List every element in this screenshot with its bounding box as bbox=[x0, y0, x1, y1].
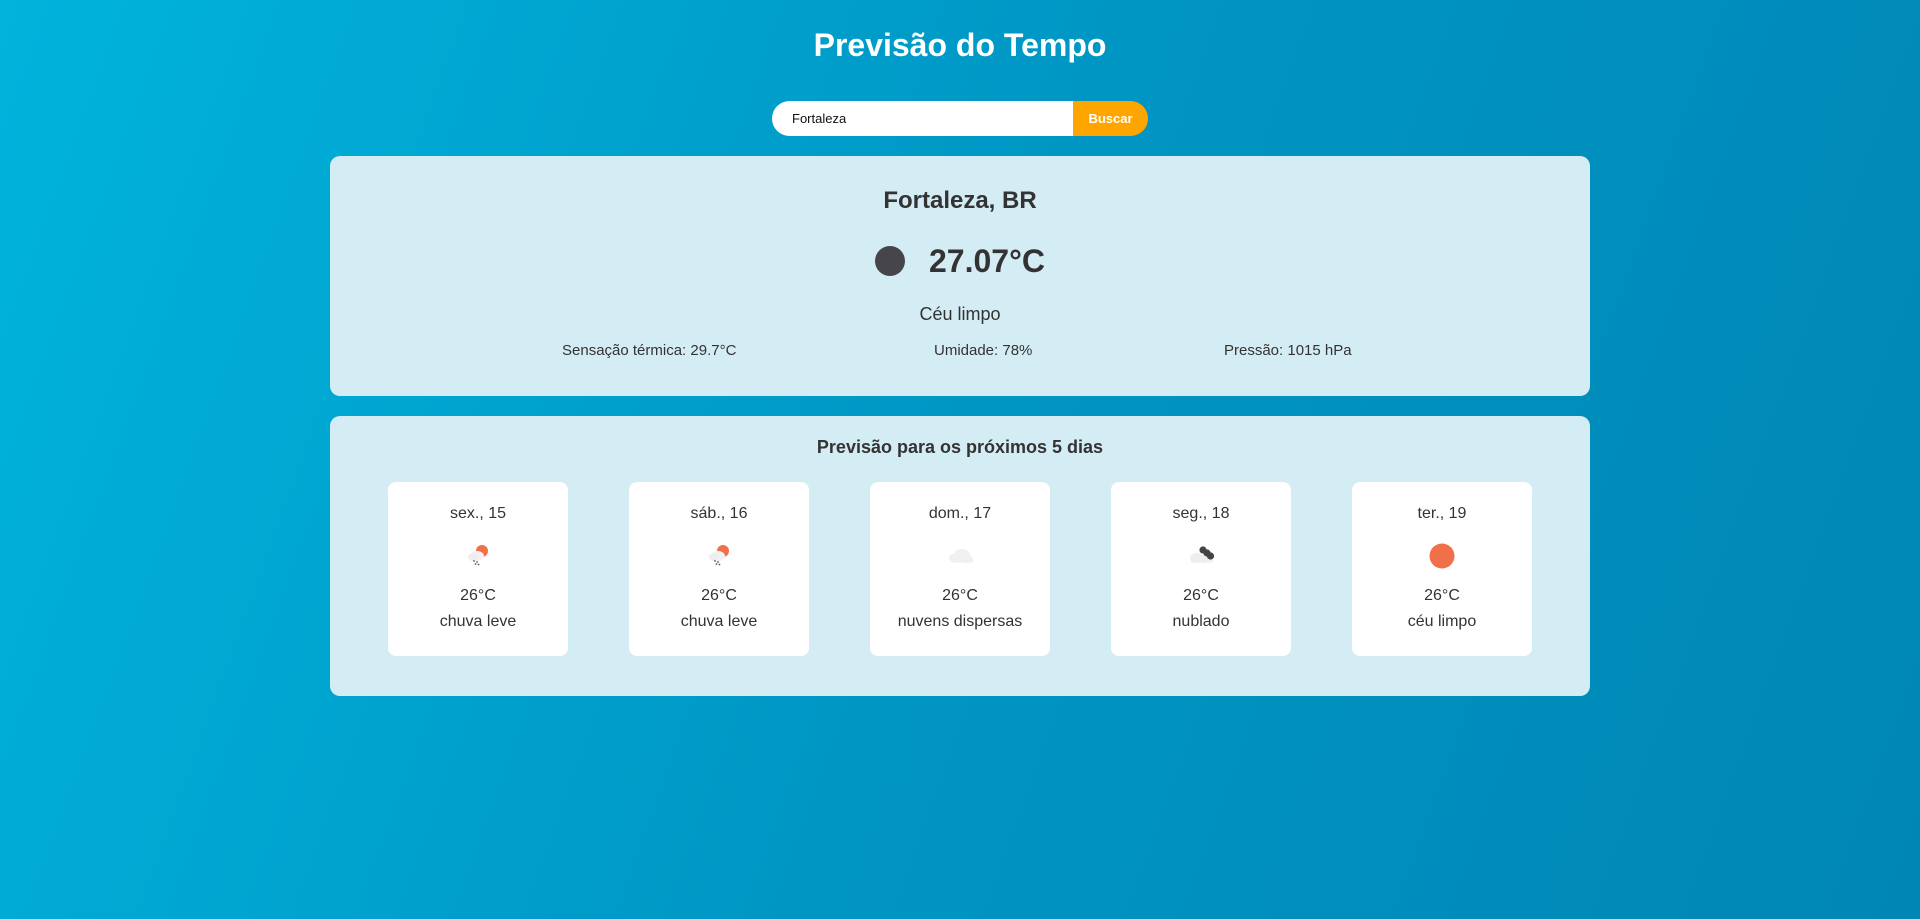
scattered-clouds-icon bbox=[949, 549, 973, 563]
light-rain-icon bbox=[709, 545, 729, 566]
forecast-day-temp: 26°C bbox=[701, 587, 737, 604]
forecast-day-desc: nuvens dispersas bbox=[897, 613, 1023, 630]
forecast-day-temp: 26°C bbox=[460, 587, 496, 604]
forecast-day-card: seg., 18 26°C nublado bbox=[1111, 482, 1291, 656]
forecast-day-card: ter., 19 26°C céu limpo bbox=[1352, 482, 1532, 656]
forecast-title: Previsão para os próximos 5 dias bbox=[816, 437, 1104, 457]
moon-icon bbox=[875, 246, 905, 276]
forecast-day-card: sex., 15 26°C chuva leve bbox=[388, 482, 568, 656]
search-button[interactable]: Buscar bbox=[1073, 101, 1148, 136]
forecast-day-card: sáb., 16 26°C chuva leve bbox=[629, 482, 809, 656]
current-weather-card: Fortaleza, BR 27.07°C Céu limpo Sensação… bbox=[330, 156, 1590, 396]
forecast-day-desc: céu limpo bbox=[1407, 613, 1477, 630]
city-name: Fortaleza, BR bbox=[883, 187, 1037, 214]
forecast-day-desc: nublado bbox=[1172, 613, 1230, 630]
forecast-card: Previsão para os próximos 5 dias sex., 1… bbox=[330, 416, 1590, 696]
forecast-day-temp: 26°C bbox=[1424, 587, 1460, 604]
page-title: Previsão do Tempo bbox=[813, 27, 1107, 63]
forecast-day-desc: chuva leve bbox=[680, 613, 758, 630]
current-temperature: 27.07°C bbox=[929, 243, 1045, 279]
forecast-day-temp: 26°C bbox=[1183, 587, 1219, 604]
current-temperature-row: 27.07°C bbox=[330, 238, 1590, 284]
broken-clouds-icon bbox=[1190, 546, 1215, 563]
forecast-day-label: ter., 19 bbox=[1417, 505, 1467, 522]
pressure: Pressão: 1015 hPa bbox=[1224, 342, 1352, 359]
forecast-day-temp: 26°C bbox=[942, 587, 978, 604]
forecast-day-label: dom., 17 bbox=[928, 505, 992, 522]
forecast-day-label: sáb., 16 bbox=[690, 505, 748, 522]
light-rain-icon bbox=[468, 545, 488, 566]
sun-icon bbox=[1429, 543, 1455, 569]
forecast-day-card: dom., 17 26°C nuvens dispersas bbox=[870, 482, 1050, 656]
weather-description: Céu limpo bbox=[919, 304, 1001, 324]
forecast-day-desc: chuva leve bbox=[439, 613, 517, 630]
city-search-input[interactable] bbox=[772, 101, 1073, 136]
forecast-day-label: sex., 15 bbox=[449, 505, 507, 522]
forecast-day-label: seg., 18 bbox=[1172, 505, 1230, 522]
feels-like: Sensação térmica: 29.7°C bbox=[562, 342, 737, 359]
humidity: Umidade: 78% bbox=[934, 342, 1033, 359]
search-bar: Buscar bbox=[772, 101, 1148, 136]
